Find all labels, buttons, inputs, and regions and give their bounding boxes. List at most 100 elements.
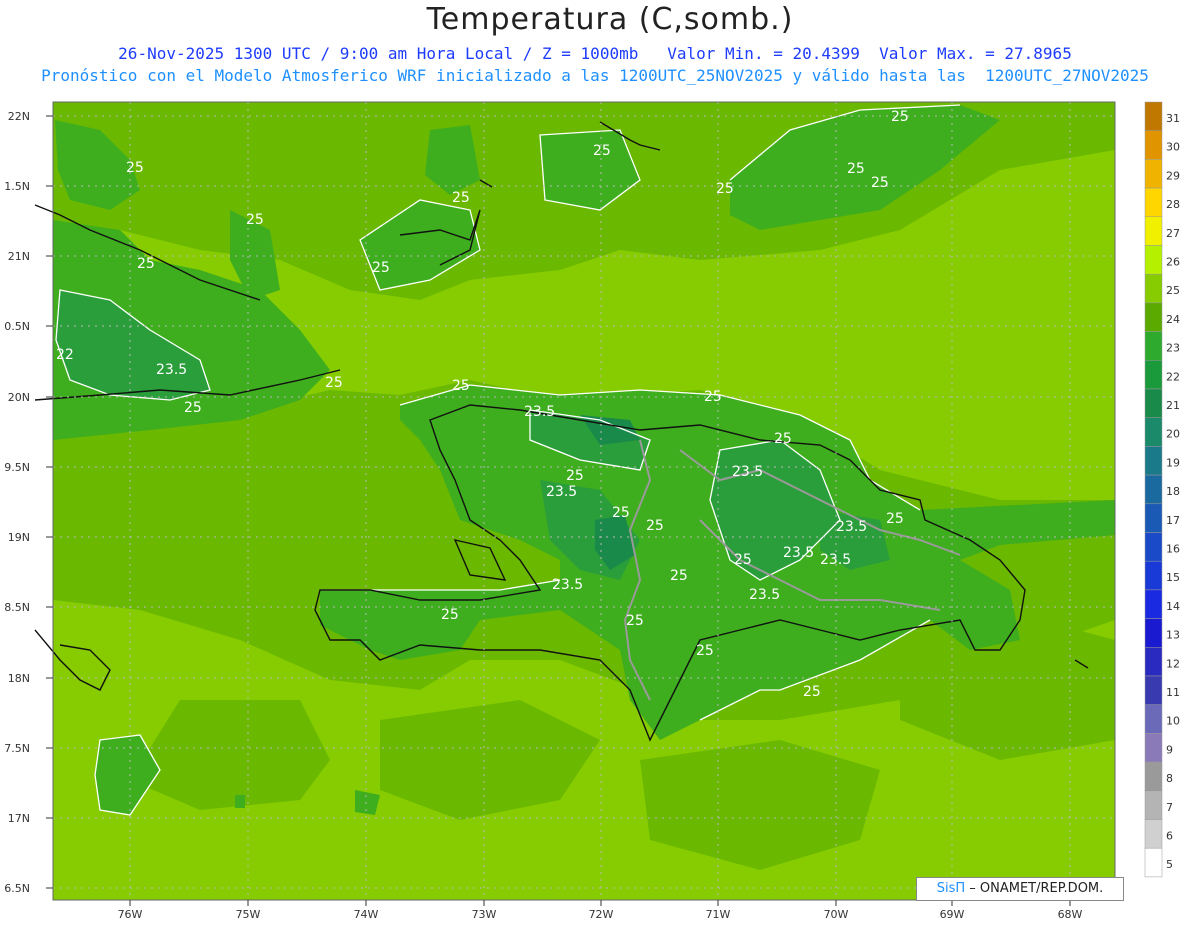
contour-label: 25 (452, 190, 470, 206)
contour-label: 25 (670, 568, 688, 584)
contour-label: 23.5 (552, 577, 583, 593)
colorbar-label: 17 (1166, 514, 1180, 527)
colorbar-label: 7 (1166, 801, 1173, 814)
colorbar-swatch (1144, 647, 1163, 677)
contour-label: 25 (716, 181, 734, 197)
colorbar-swatch (1144, 675, 1163, 705)
colorbar-label: 31 (1166, 112, 1180, 125)
lat-label: 22N (8, 110, 30, 123)
lat-label: 0.5N (4, 320, 30, 333)
contour-label: 25 (566, 468, 584, 484)
colorbar-swatch (1144, 790, 1163, 820)
colorbar-label: 8 (1166, 772, 1173, 785)
lat-label: 18N (8, 672, 30, 685)
contour-label: 23.5 (783, 545, 814, 561)
colorbar-label: 9 (1166, 743, 1173, 756)
lon-label: 71W (706, 908, 731, 921)
colorbar-swatch (1144, 216, 1163, 246)
colorbar-label: 29 (1166, 169, 1180, 182)
colorbar-label: 27 (1166, 227, 1180, 240)
contour-label: 23.5 (524, 404, 555, 420)
contour-label: 25 (847, 161, 865, 177)
colorbar-label: 22 (1166, 370, 1180, 383)
contour-label: 25 (325, 375, 343, 391)
colorbar-label: 30 (1166, 141, 1180, 154)
colorbar-swatch (1144, 302, 1163, 332)
sispi-logo: SisΠ (936, 881, 966, 896)
lon-label: 75W (236, 908, 261, 921)
credit-text: – ONAMET/REP.DOM. (965, 881, 1104, 896)
colorbar-label: 12 (1166, 657, 1180, 670)
colorbar-label: 28 (1166, 198, 1180, 211)
colorbar-swatch (1144, 704, 1163, 734)
colorbar-swatch (1144, 331, 1163, 361)
colorbar-swatch (1144, 245, 1163, 275)
contour-label: 23.5 (156, 362, 187, 378)
lat-label: 7.5N (4, 742, 30, 755)
lon-labels: 76W 75W 74W 73W 72W 71W 70W 69W 68W (118, 908, 1083, 921)
colorbar-swatch (1144, 847, 1163, 878)
contour-label: 25 (803, 684, 821, 700)
contour-label: 25 (137, 256, 155, 272)
colorbar-swatch (1144, 130, 1163, 160)
contour-label: 25 (891, 109, 909, 125)
colorbar-label: 21 (1166, 399, 1180, 412)
colorbar-swatch (1144, 360, 1163, 390)
lat-label: 17N (8, 812, 30, 825)
colorbar-swatch (1144, 503, 1163, 533)
colorbar-swatch (1144, 474, 1163, 505)
colorbar-swatch (1144, 532, 1163, 562)
lon-label: 70W (824, 908, 849, 921)
lat-label: 19N (8, 531, 30, 544)
color-scale-bar: 31 30 29 28 27 26 25 24 23 22 21 20 19 18 17 16 15 14 13 12… (1144, 101, 1180, 878)
colorbar-swatch (1144, 733, 1163, 763)
colorbar-swatch (1144, 819, 1163, 849)
colorbar-label: 25 (1166, 284, 1180, 297)
colorbar-label: 10 (1166, 715, 1180, 728)
colorbar-label: 6 (1166, 830, 1173, 843)
colorbar-label: 5 (1166, 858, 1173, 871)
contour-label: 25 (646, 518, 664, 534)
lat-label: 20N (8, 391, 30, 404)
lat-label: 6.5N (4, 882, 30, 895)
colorbar-swatch (1144, 446, 1163, 476)
lon-label: 73W (472, 908, 497, 921)
contour-label: 25 (774, 431, 792, 447)
contour-label: 23.5 (546, 484, 577, 500)
colorbar-label: 26 (1166, 256, 1180, 269)
contour-label: 25 (441, 607, 459, 623)
colorbar-label: 16 (1166, 543, 1180, 556)
lat-labels: 22N 1.5N 21N 0.5N 20N 9.5N 19N 8.5N 18N … (4, 110, 30, 895)
colorbar-label: 18 (1166, 485, 1180, 498)
forecast-map: 25 25 25 25 25 25 25 25 25 25 23.5 23.5 … (4, 101, 1180, 921)
colorbar-swatch (1144, 187, 1163, 218)
contour-label: 22 (56, 347, 74, 363)
colorbar-swatch (1144, 560, 1163, 591)
colorbar-label: 14 (1166, 600, 1180, 613)
colorbar-swatch (1144, 159, 1163, 189)
colorbar-label: 15 (1166, 571, 1180, 584)
lat-label: 8.5N (4, 601, 30, 614)
lon-label: 72W (589, 908, 614, 921)
lon-label: 68W (1058, 908, 1083, 921)
colorbar-swatch (1144, 101, 1163, 131)
contour-label: 25 (372, 260, 390, 276)
colorbar-swatch (1144, 273, 1163, 304)
contour-label: 25 (734, 552, 752, 568)
colorbar-label: 23 (1166, 342, 1180, 355)
colorbar-swatch (1144, 761, 1163, 792)
colorbar-swatch (1144, 618, 1163, 648)
contour-label: 23.5 (749, 587, 780, 603)
contour-label: 25 (871, 175, 889, 191)
contour-label: 23.5 (820, 552, 851, 568)
lat-label: 9.5N (4, 461, 30, 474)
colorbar-swatch (1144, 388, 1163, 418)
colorbar-label: 19 (1166, 456, 1180, 469)
contour-label: 25 (452, 378, 470, 394)
credit-box: SisΠ – ONAMET/REP.DOM. (916, 877, 1124, 901)
lon-label: 76W (118, 908, 143, 921)
contour-label: 25 (246, 212, 264, 228)
contour-label: 25 (704, 389, 722, 405)
contour-label: 25 (593, 143, 611, 159)
contour-label: 25 (612, 505, 630, 521)
